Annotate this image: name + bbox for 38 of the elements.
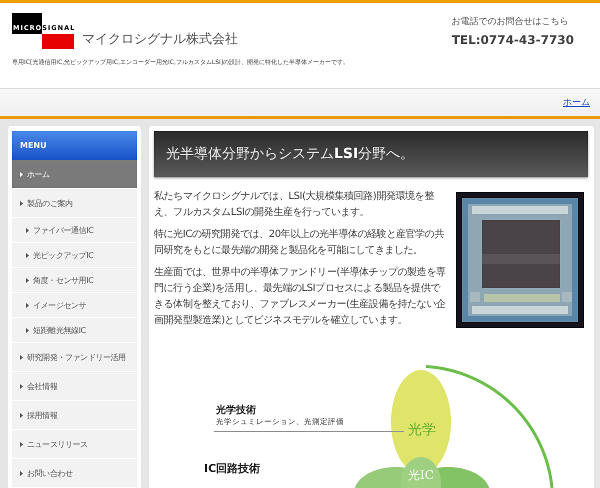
bullet-icon <box>20 470 23 476</box>
logo-icon <box>12 13 74 49</box>
bullet-icon <box>26 328 29 332</box>
menu-item[interactable]: 光ピックアップIC <box>12 243 137 268</box>
diagram-label: 光学 <box>408 421 436 439</box>
menu-item[interactable]: ファイバー通信IC <box>12 218 137 243</box>
paragraph: 私たちマイクロシグナルでは、LSI(大規模集積回路)開発環境を整え、フルカスタムLSIの開発生産を行っています。 <box>154 190 435 220</box>
contact-label: お電話でのお問合せはこちら <box>452 16 569 28</box>
bullet-icon <box>20 442 23 446</box>
bullet-icon <box>26 252 29 258</box>
menu-item[interactable]: 角度・センサ用IC <box>12 268 137 293</box>
bullet-icon <box>20 354 23 360</box>
phone-number: TEL:0774-43-7730 <box>452 33 574 47</box>
menu-item[interactable]: 短距離光無線IC <box>12 318 137 343</box>
menu-item[interactable]: ニュースリリース <box>12 430 137 459</box>
bullet-icon <box>20 384 23 388</box>
menu-header: MENU <box>12 131 137 160</box>
menu-item[interactable]: お問い合わせ <box>12 459 137 488</box>
paragraph: 特に光ICの研究開発では、20年以上の光半導体の経験と産官学の共同研究をもとに最先端の開発と製品化を可能にしてきました。 <box>154 228 446 258</box>
bullet-icon <box>26 228 29 232</box>
bullet-icon <box>20 200 23 206</box>
bullet-icon <box>20 412 23 418</box>
menu-item[interactable]: 採用情報 <box>12 401 137 430</box>
paragraph: 生産面では、世界中の半導体ファンドリー(半導体チップの製造を専門に行う企業)を活用し、最先端のLSIプロセスによる製品を提供できる体制を整えており、ファブレスメーカー(生産設備を持たない企画開発型製造業)としてビジネスモデルを確立しています。 <box>154 266 446 328</box>
bullet-icon <box>26 278 29 282</box>
company-name: マイクロシグナル株式会社 <box>82 31 238 48</box>
menu-item[interactable]: 研究開発・ファンドリー活用 <box>12 343 137 372</box>
bullet-icon <box>20 172 23 176</box>
diagram-label: IC回路技術 <box>204 461 260 476</box>
menu-item[interactable]: 会社情報 <box>12 372 137 401</box>
menu-item[interactable]: イメージセンサ <box>12 293 137 318</box>
bullet-icon <box>26 302 29 308</box>
menu-item[interactable]: ホーム <box>12 160 137 189</box>
menu-item[interactable]: 製品のご案内 <box>12 189 137 218</box>
diagram-label: 光学技術 <box>216 404 256 417</box>
breadcrumb-link[interactable]: ホーム <box>563 96 590 109</box>
diagram-label: 光IC <box>408 467 434 484</box>
page-heading: 光半導体分野からシステムLSI分野へ。 <box>154 131 588 177</box>
